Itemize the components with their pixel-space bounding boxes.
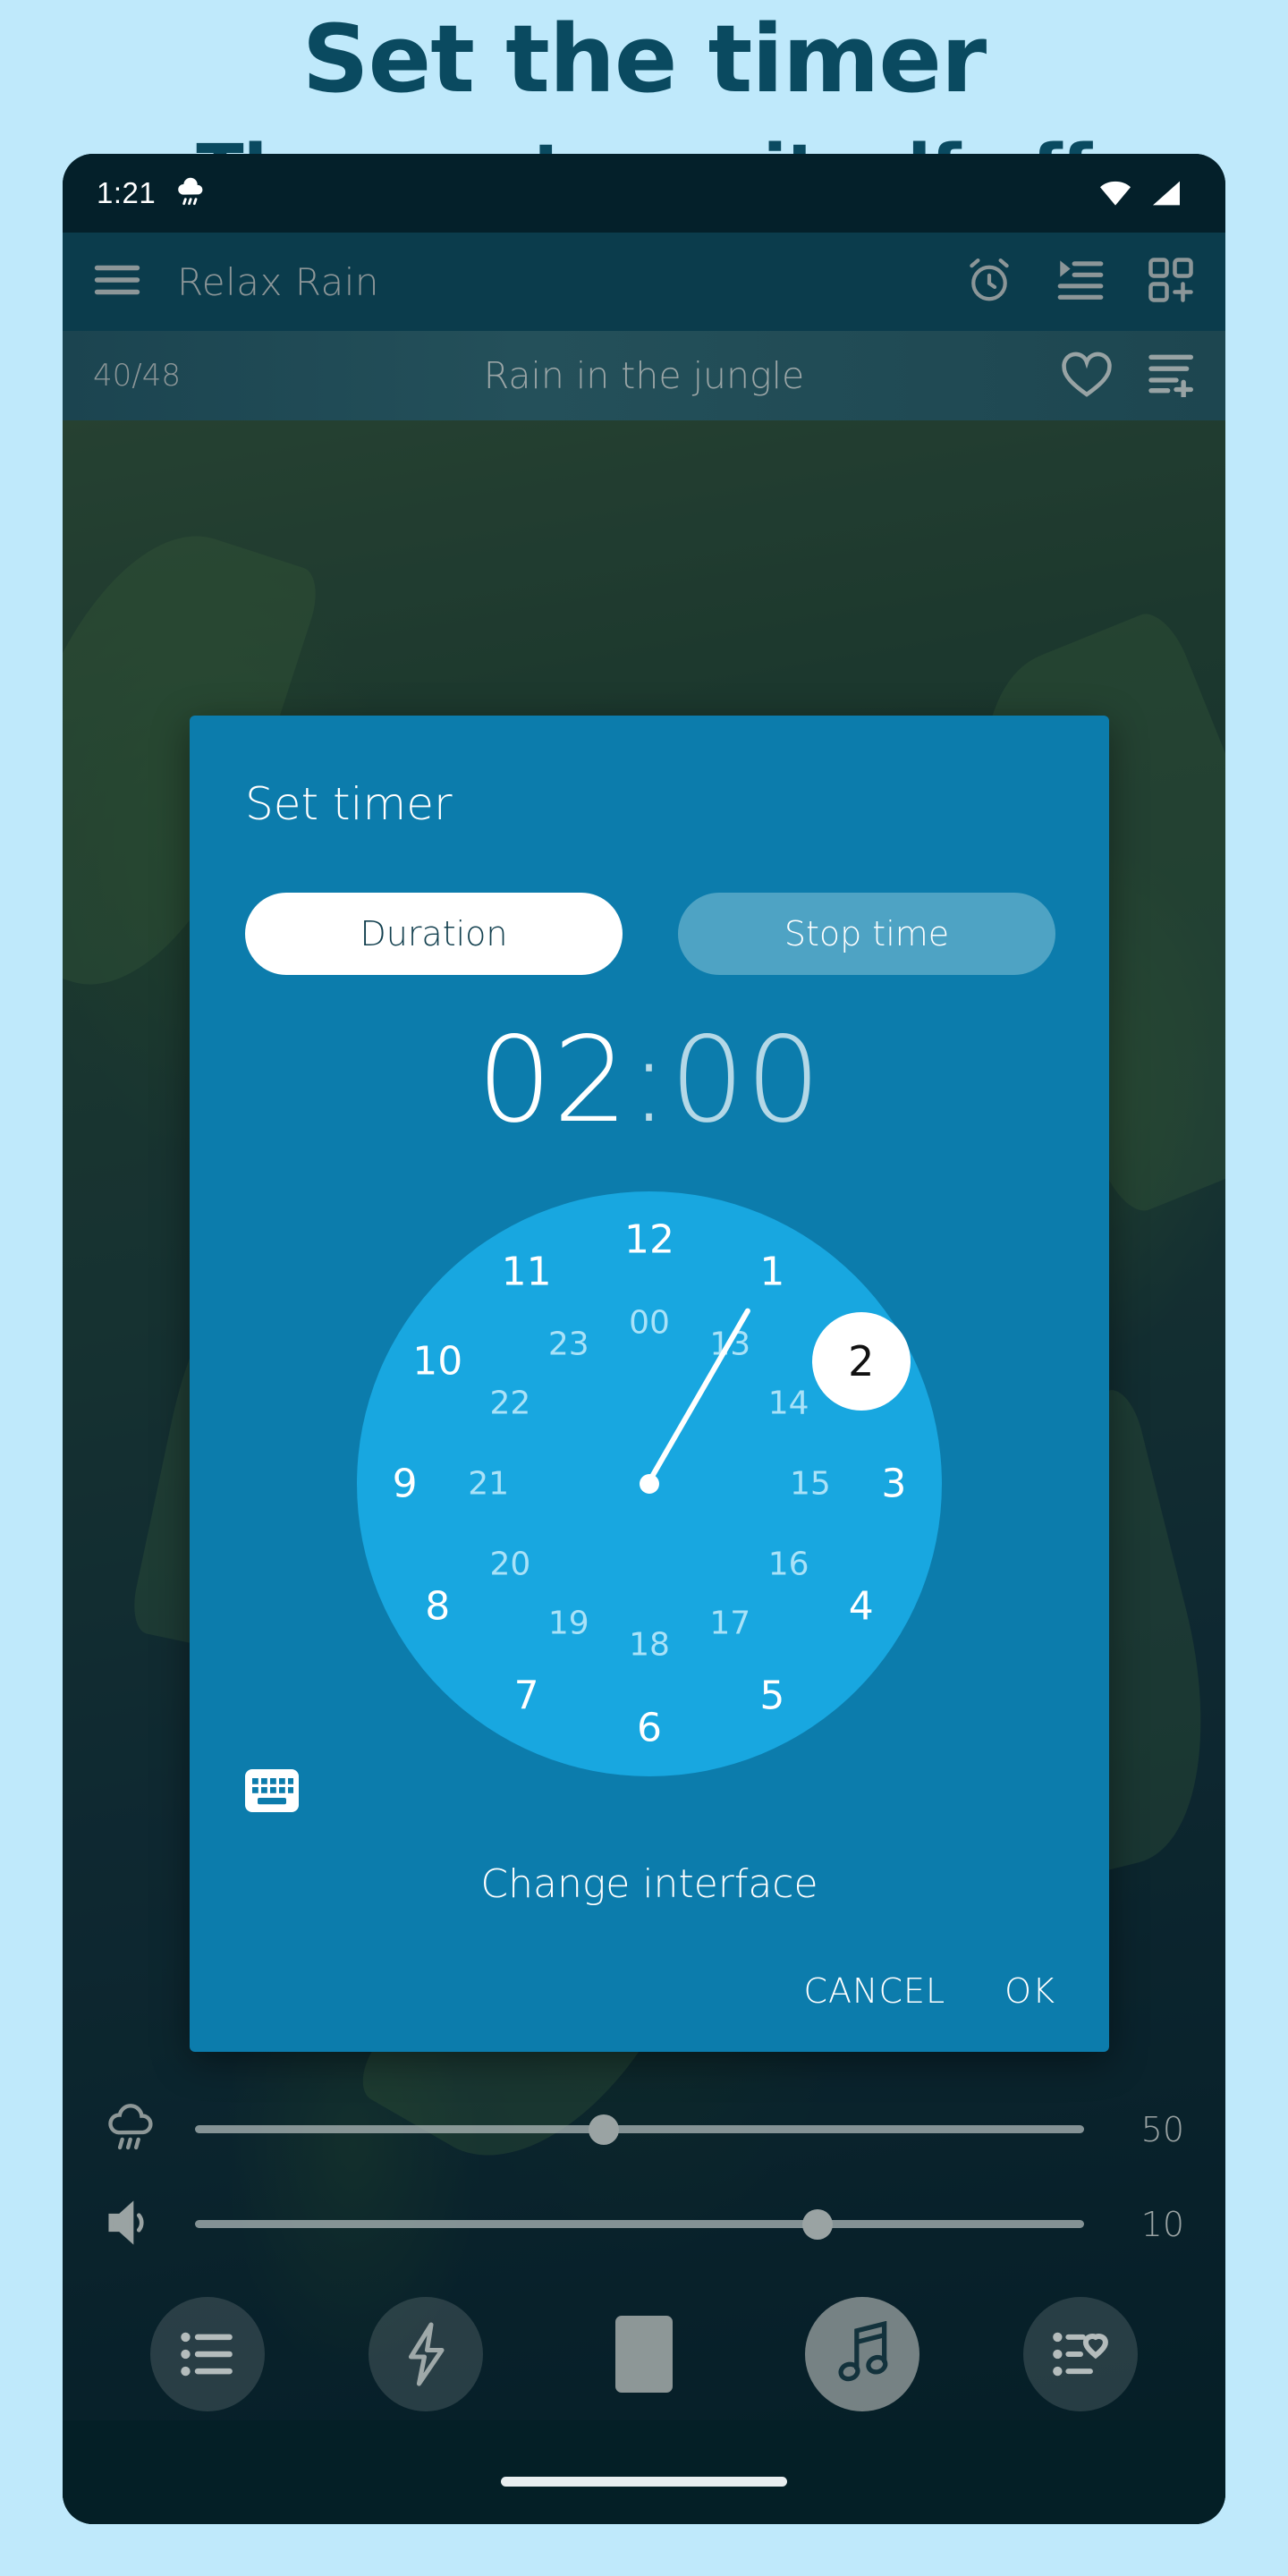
keyboard-icon[interactable]	[245, 1768, 299, 1818]
clock-num-12[interactable]: 12	[624, 1216, 674, 1262]
bottom-nav	[63, 2283, 1225, 2426]
clock-picker[interactable]: 12 1 2 3 4 5 6 7 8 9 10 11 00 13 14 15 1…	[357, 1191, 942, 1776]
minutes-field[interactable]: 00	[670, 1012, 822, 1149]
clock-num-22[interactable]: 22	[489, 1385, 530, 1421]
rain-slider[interactable]	[195, 2114, 1084, 2145]
change-interface-label[interactable]: Change interface	[190, 1861, 1109, 1907]
clock-num-3[interactable]: 3	[881, 1462, 906, 1507]
volume-slider[interactable]	[195, 2209, 1084, 2240]
clock-num-18[interactable]: 18	[629, 1626, 670, 1663]
clock-num-19[interactable]: 19	[548, 1605, 589, 1641]
favorites-list-icon[interactable]	[1023, 2297, 1138, 2411]
add-grid-icon[interactable]	[1147, 256, 1195, 309]
volume-slider-thumb[interactable]	[801, 2209, 833, 2240]
heart-outline-icon[interactable]	[1061, 350, 1113, 402]
clock-num-7[interactable]: 7	[514, 1673, 539, 1718]
time-separator: :	[629, 1012, 670, 1149]
clock-num-23[interactable]: 23	[548, 1326, 589, 1363]
rain-cloud-icon	[174, 175, 209, 211]
status-icons	[1097, 178, 1184, 208]
playlist-add-icon[interactable]	[1145, 351, 1195, 402]
clock-num-15[interactable]: 15	[790, 1466, 831, 1503]
lightning-icon[interactable]	[369, 2297, 483, 2411]
sound-list-icon[interactable]	[150, 2297, 265, 2411]
dialog-title: Set timer	[245, 778, 453, 830]
rain-cloud-icon	[104, 2100, 159, 2160]
alarm-clock-icon[interactable]	[964, 255, 1014, 309]
time-display: 02:00	[190, 1021, 1109, 1140]
tab-duration[interactable]: Duration	[245, 893, 623, 975]
volume-slider-track	[195, 2220, 1084, 2228]
hamburger-menu-icon[interactable]	[93, 261, 141, 303]
clock-num-17[interactable]: 17	[709, 1605, 750, 1641]
home-indicator[interactable]	[501, 2477, 787, 2487]
clock-num-21[interactable]: 21	[468, 1466, 509, 1503]
cellular-signal-icon	[1153, 181, 1180, 206]
nav-background	[63, 2420, 1225, 2524]
rain-slider-row: 50	[63, 2089, 1225, 2170]
clock-num-16[interactable]: 16	[768, 1546, 809, 1583]
clock-selected-value[interactable]: 2	[811, 1311, 911, 1411]
clock-num-00[interactable]: 00	[629, 1305, 670, 1342]
volume-slider-row: 10	[63, 2184, 1225, 2265]
status-bar: 1:21	[63, 154, 1225, 233]
track-bar: 40/48 Rain in the jungle	[63, 331, 1225, 420]
volume-icon[interactable]	[104, 2197, 159, 2253]
app-bar: Relax Rain	[63, 233, 1225, 331]
stop-icon[interactable]	[587, 2297, 701, 2411]
rain-slider-value: 50	[1140, 2110, 1184, 2149]
dialog-actions: CANCEL OK	[803, 1971, 1055, 2011]
clock-num-10[interactable]: 10	[412, 1338, 462, 1384]
clock-num-11[interactable]: 11	[502, 1250, 552, 1295]
track-actions	[1061, 350, 1195, 402]
clock-num-4[interactable]: 4	[849, 1584, 874, 1630]
clock-num-14[interactable]: 14	[768, 1385, 809, 1421]
clock-num-5[interactable]: 5	[759, 1673, 784, 1718]
volume-slider-value: 10	[1140, 2205, 1184, 2244]
phone-frame: 1:21 Relax Rain 40/48 Rain in the jungle…	[63, 154, 1225, 2524]
clock-num-6[interactable]: 6	[637, 1706, 662, 1751]
set-timer-dialog: Set timer Duration Stop time 02:00 12 1 …	[190, 716, 1109, 2052]
music-note-icon[interactable]	[805, 2297, 919, 2411]
clock-num-20[interactable]: 20	[489, 1546, 530, 1583]
ok-button[interactable]: OK	[1004, 1971, 1055, 2011]
promo-screenshot: Set the timer The app turns itself off 1…	[0, 0, 1288, 2576]
clock-center-dot	[640, 1474, 659, 1494]
clock-num-1[interactable]: 1	[759, 1250, 784, 1295]
timer-mode-tabs: Duration Stop time	[245, 893, 1109, 975]
track-title: Rain in the jungle	[483, 354, 805, 397]
status-time: 1:21	[97, 176, 157, 209]
app-title: Relax Rain	[177, 259, 380, 304]
hours-field[interactable]: 02	[477, 1012, 629, 1149]
cancel-button[interactable]: CANCEL	[803, 1971, 945, 2011]
rain-slider-thumb[interactable]	[589, 2114, 620, 2145]
playlist-play-icon[interactable]	[1055, 258, 1106, 307]
clock-num-8[interactable]: 8	[425, 1584, 450, 1630]
rain-slider-track	[195, 2125, 1084, 2133]
tab-stop-time[interactable]: Stop time	[678, 893, 1055, 975]
app-bar-actions	[964, 255, 1195, 309]
clock-num-9[interactable]: 9	[393, 1462, 418, 1507]
promo-title: Set the timer	[301, 4, 987, 114]
wifi-icon	[1100, 181, 1131, 206]
